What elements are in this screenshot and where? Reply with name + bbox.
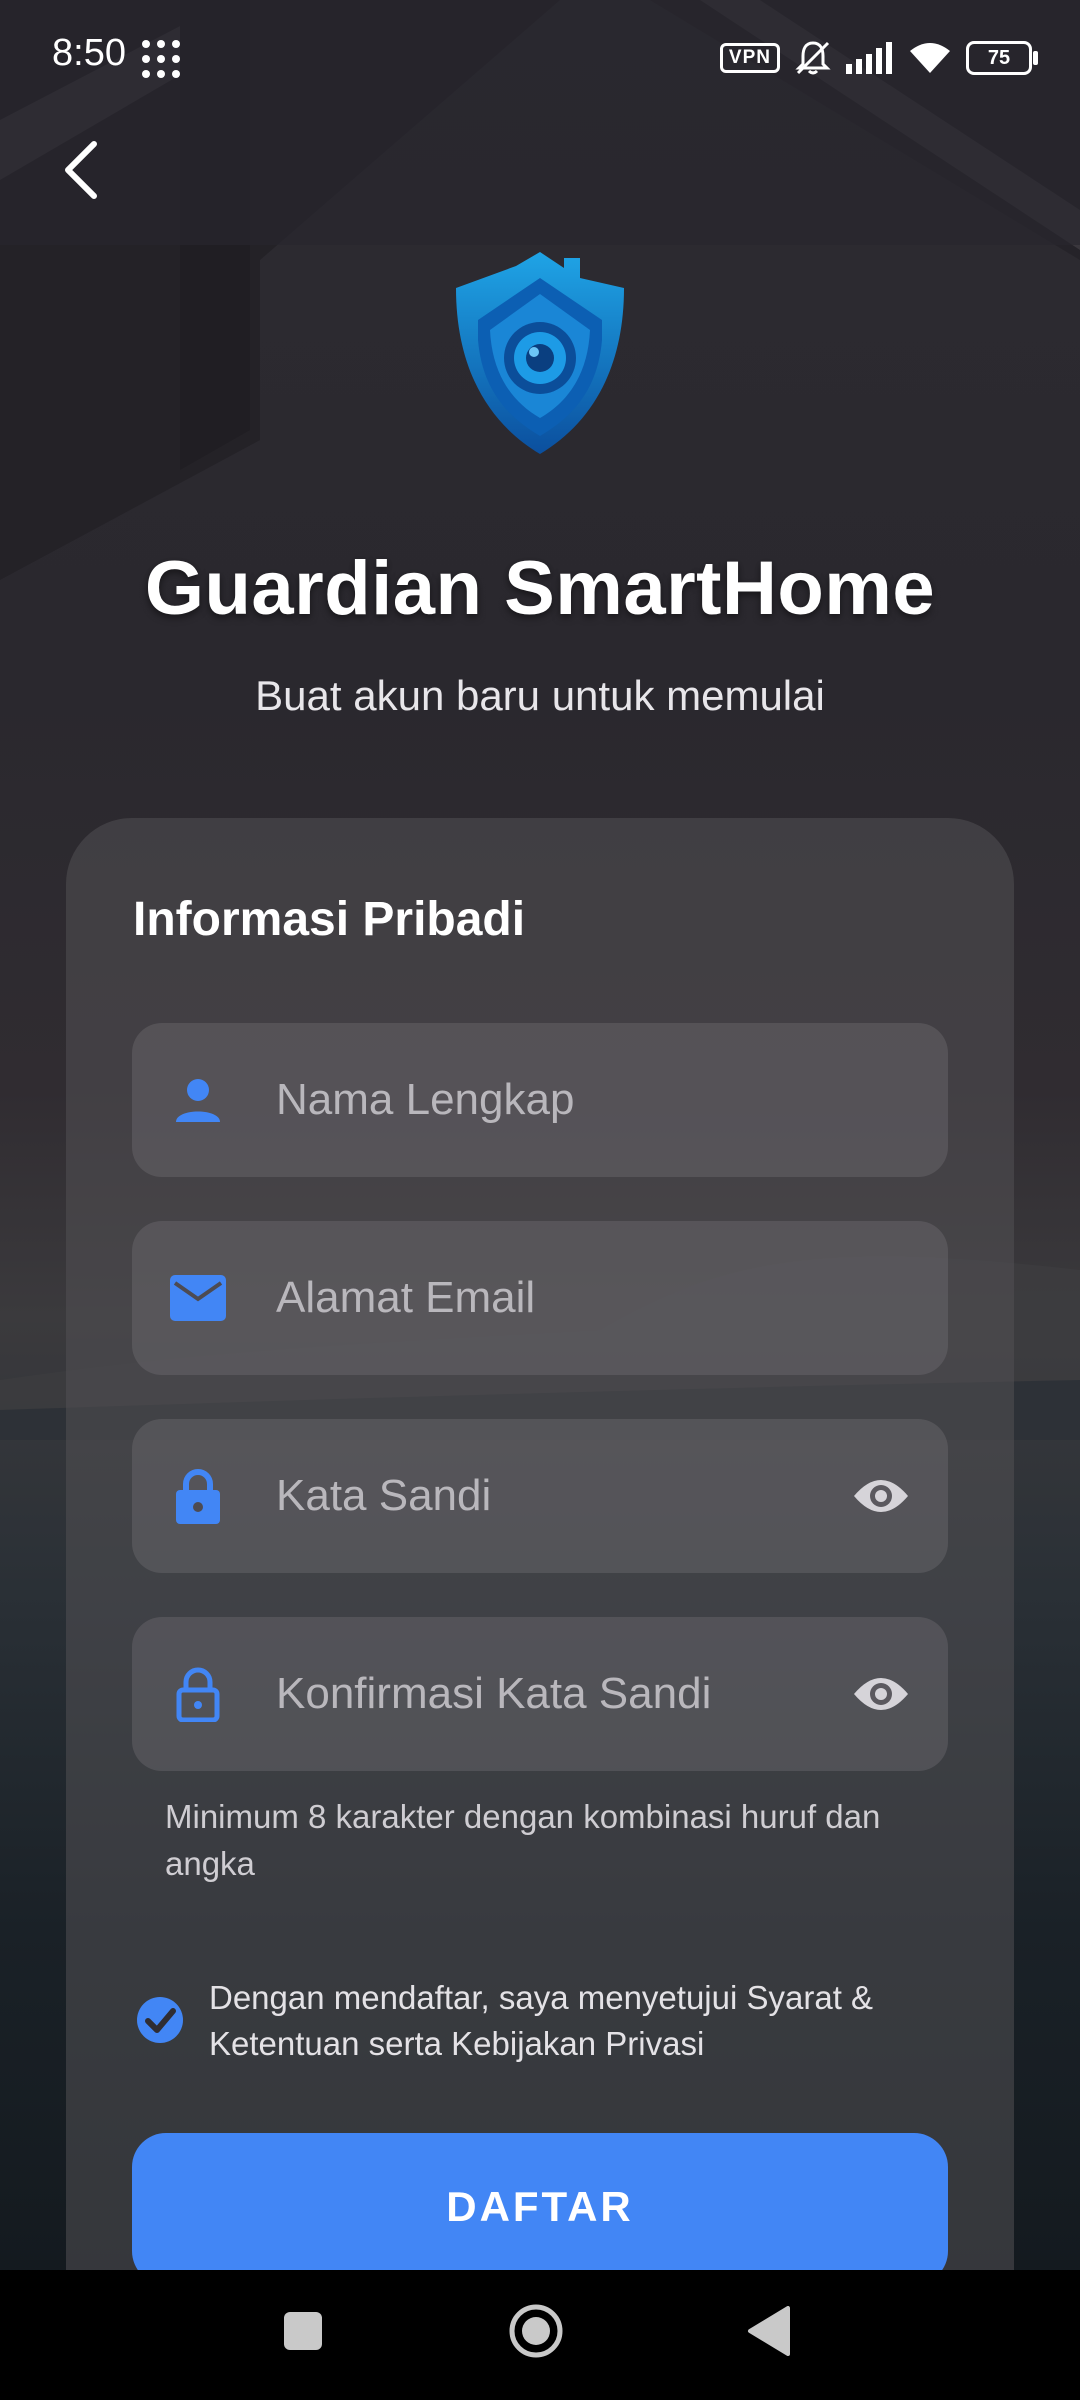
signal-icon [846,42,892,74]
system-back-button[interactable] [746,2306,792,2356]
lock-outline-icon [170,1666,226,1722]
app-title: Guardian SmartHome [144,546,936,631]
mute-bell-icon [795,41,831,75]
email-icon [170,1270,226,1326]
status-time: 8:50 [52,32,126,74]
eye-icon [854,1480,908,1512]
vpn-icon: VPN [719,43,780,73]
confirm-password-placeholder: Konfirmasi Kata Sandi [276,1669,712,1718]
status-bar: 8:50 VPN 75 [0,0,1080,116]
register-button[interactable]: DAFTAR [132,2133,948,2285]
section-title: Informasi Pribadi [133,893,526,946]
battery-icon: 75 [966,41,1038,75]
home-button[interactable] [508,2303,564,2359]
confirm-password-field[interactable]: Konfirmasi Kata Sandi [132,1617,948,1771]
toggle-password-visibility-button[interactable] [850,1465,912,1527]
lock-icon [170,1468,226,1524]
email-field[interactable]: Alamat Email [132,1221,948,1375]
recents-button[interactable] [284,2312,322,2350]
email-placeholder: Alamat Email [276,1273,536,1322]
full-name-field[interactable]: Nama Lengkap [132,1023,948,1177]
password-hint: Minimum 8 karakter dengan kombinasi huru… [165,1798,881,1882]
password-placeholder: Kata Sandi [276,1471,492,1520]
full-name-placeholder: Nama Lengkap [276,1075,575,1124]
chevron-left-icon [65,141,97,199]
toggle-confirm-password-visibility-button[interactable] [850,1663,912,1725]
app-grid-icon [142,40,180,78]
back-button[interactable] [52,130,108,210]
terms-checkbox[interactable] [136,1996,184,2044]
person-icon [170,1072,226,1128]
shield-house-logo-icon [456,252,624,454]
password-field[interactable]: Kata Sandi [132,1419,948,1573]
status-icons: VPN 75 [719,36,1038,80]
eye-icon [854,1678,908,1710]
wifi-icon [910,43,950,73]
terms-label[interactable]: Dengan mendaftar, saya menyetujui Syarat… [209,1975,969,2067]
page-subtitle: Buat akun baru untuk memulai [255,672,825,719]
